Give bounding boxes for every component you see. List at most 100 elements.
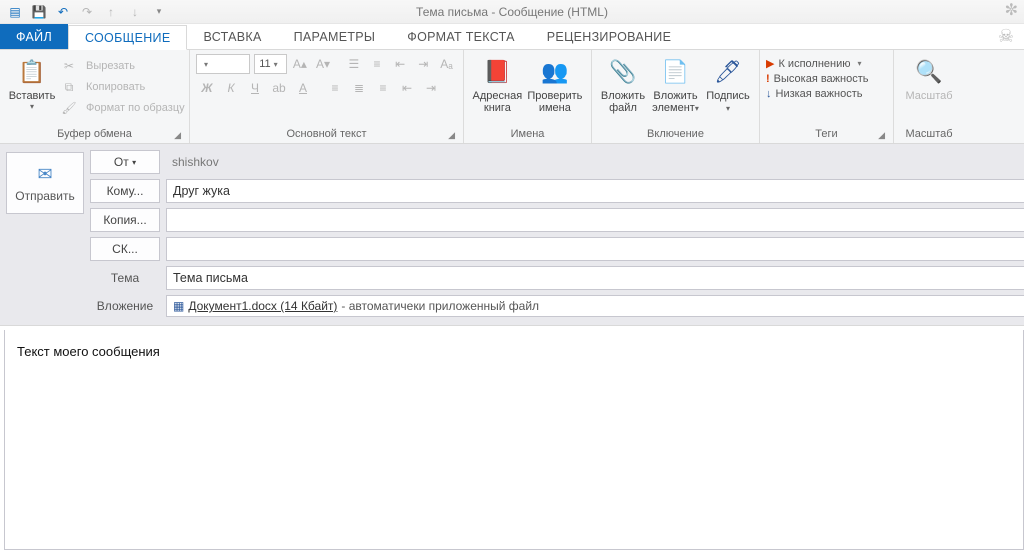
title-bar: ▤ 💾 ↶ ↷ ↑ ↓ ▾ Тема письма - Сообщение (H… (0, 0, 1024, 24)
bcc-input[interactable] (166, 237, 1024, 261)
check-names-button[interactable]: 👥 Проверить имена (525, 54, 585, 116)
address-book-label: Адресная книга (473, 90, 523, 114)
dialog-launcher-icon[interactable]: ◢ (448, 130, 455, 141)
tab-format-text[interactable]: ФОРМАТ ТЕКСТА (391, 24, 531, 49)
send-label: Отправить (15, 189, 75, 203)
cc-input[interactable] (166, 208, 1024, 232)
group-zoom: 🔍 Масштаб Масштаб (894, 50, 964, 143)
subject-input[interactable]: Тема письма (166, 266, 1024, 290)
attach-item-icon: 📄 (660, 56, 692, 88)
cc-button[interactable]: Копия... (90, 208, 160, 232)
tab-message[interactable]: СООБЩЕНИЕ (68, 25, 188, 50)
tab-review[interactable]: РЕЦЕНЗИРОВАНИЕ (531, 24, 687, 49)
shrink-font-icon[interactable]: A▾ (312, 54, 333, 74)
clipboard-icon: 📋 (16, 56, 48, 88)
attachment-field[interactable]: ▦ Документ1.docx (14 Кбайт) - автоматиче… (166, 295, 1024, 317)
bcc-button[interactable]: СК... (90, 237, 160, 261)
font-family-select[interactable]: ▾ (196, 54, 250, 74)
qat-up-icon[interactable]: ↑ (100, 2, 122, 22)
brush-icon: 🖌 (58, 98, 80, 118)
dialog-launcher-icon[interactable]: ◢ (878, 130, 885, 141)
low-importance-button[interactable]: ↓Низкая важность (766, 87, 869, 101)
grow-font-icon[interactable]: A▴ (289, 54, 310, 74)
group-clipboard-label: Буфер обмена (57, 128, 132, 140)
to-input[interactable]: Друг жука (166, 179, 1024, 203)
tab-file[interactable]: ФАЙЛ (0, 24, 68, 49)
paste-button[interactable]: 📋 Вставить ▾ (6, 54, 58, 113)
word-doc-icon: ▦ (173, 299, 184, 313)
italic-button[interactable]: К (220, 78, 242, 98)
subject-label: Тема (90, 271, 160, 285)
from-value: shishkov (166, 150, 1024, 174)
align-right-icon[interactable]: ≡ (372, 78, 394, 98)
font-size-value: 11 (259, 58, 270, 70)
decor-skull-icon: ☠ (998, 26, 1014, 47)
group-names-label: Имена (511, 128, 545, 140)
message-body[interactable]: Текст моего сообщения (4, 330, 1024, 550)
group-names: 📕 Адресная книга 👥 Проверить имена Имена (464, 50, 592, 143)
group-tags: ▶К исполнению▾ ! Высокая важность ↓Низкая… (760, 50, 894, 143)
qat-customize-icon[interactable]: ▾ (148, 2, 170, 22)
from-label: От (114, 155, 129, 169)
decor-icon: ✼ (1005, 0, 1018, 20)
high-importance-button[interactable]: ! Высокая важность (766, 72, 869, 86)
attachment-name[interactable]: Документ1.docx (14 Кбайт) (188, 299, 337, 313)
paperclip-icon: 📎 (607, 56, 639, 88)
dialog-launcher-icon[interactable]: ◢ (174, 130, 181, 141)
align-center-icon[interactable]: ≣ (348, 78, 370, 98)
tab-insert[interactable]: ВСТАВКА (187, 24, 277, 49)
follow-up-button[interactable]: ▶К исполнению▾ (766, 56, 869, 71)
attachment-note: - автоматичеки приложенный файл (341, 299, 539, 313)
send-button[interactable]: ✉ Отправить (6, 152, 84, 214)
attach-file-button[interactable]: 📎 Вложить файл (598, 54, 648, 116)
format-painter-label: Формат по образцу (82, 102, 189, 114)
from-button[interactable]: От ▾ (90, 150, 160, 174)
signature-button[interactable]: 🖊 Подпись▾ (703, 54, 753, 117)
copy-label: Копировать (82, 81, 149, 93)
tab-options[interactable]: ПАРАМЕТРЫ (278, 24, 392, 49)
cut-button[interactable]: ✂Вырезать (58, 56, 189, 76)
quick-access-toolbar: ▤ 💾 ↶ ↷ ↑ ↓ ▾ (4, 2, 170, 22)
highlight-icon[interactable]: ab (268, 78, 290, 98)
bold-button[interactable]: Ж (196, 78, 218, 98)
indent-icon[interactable]: ⇥ (413, 54, 434, 74)
bang-icon: ! (766, 73, 770, 85)
qat-down-icon[interactable]: ↓ (124, 2, 146, 22)
attach-item-button[interactable]: 📄 Вложить элемент▾ (648, 54, 703, 117)
address-book-button[interactable]: 📕 Адресная книга (470, 54, 525, 116)
envelope-icon: ✉ (37, 164, 52, 185)
copy-button[interactable]: ⧉Копировать (58, 77, 189, 97)
flag-icon: ▶ (766, 57, 774, 70)
signature-label: Подпись (706, 90, 750, 102)
copy-icon: ⧉ (58, 77, 80, 97)
numbering-icon[interactable]: ≡ (366, 54, 387, 74)
group-include: 📎 Вложить файл 📄 Вложить элемент▾ 🖊 Подп… (592, 50, 760, 143)
app-icon: ▤ (4, 2, 26, 22)
format-painter-button[interactable]: 🖌Формат по образцу (58, 98, 189, 118)
increase-indent-icon[interactable]: ⇥ (420, 78, 442, 98)
attach-item-label: Вложить элемент (652, 90, 697, 114)
outdent-icon[interactable]: ⇤ (390, 54, 411, 74)
check-names-label: Проверить имена (527, 90, 582, 114)
underline-button[interactable]: Ч (244, 78, 266, 98)
font-size-select[interactable]: 11▾ (254, 54, 287, 74)
undo-button[interactable]: ↶ (52, 2, 74, 22)
align-left-icon[interactable]: ≡ (324, 78, 346, 98)
decrease-indent-icon[interactable]: ⇤ (396, 78, 418, 98)
zoom-button[interactable]: 🔍 Масштаб (900, 54, 958, 104)
check-names-icon: 👥 (539, 56, 571, 88)
compose-header: ✉ Отправить От ▾ shishkov Кому... Друг ж… (0, 144, 1024, 326)
bullets-icon[interactable]: ☰ (343, 54, 364, 74)
group-font: ▾ 11▾ A▴ A▾ ☰ ≡ ⇤ ⇥ Aₐ Ж К Ч ab A (190, 50, 464, 143)
font-color-icon[interactable]: A (292, 78, 314, 98)
attachment-label: Вложение (90, 299, 160, 313)
high-importance-label: Высокая важность (774, 73, 869, 85)
redo-button[interactable]: ↷ (76, 2, 98, 22)
compose-fields: От ▾ shishkov Кому... Друг жука Копия...… (90, 144, 1024, 325)
clear-format-icon[interactable]: Aₐ (436, 54, 457, 74)
save-button[interactable]: 💾 (28, 2, 50, 22)
low-importance-label: Низкая важность (776, 88, 863, 100)
chevron-down-icon: ▾ (30, 102, 34, 111)
to-button[interactable]: Кому... (90, 179, 160, 203)
magnifier-icon: 🔍 (913, 56, 945, 88)
